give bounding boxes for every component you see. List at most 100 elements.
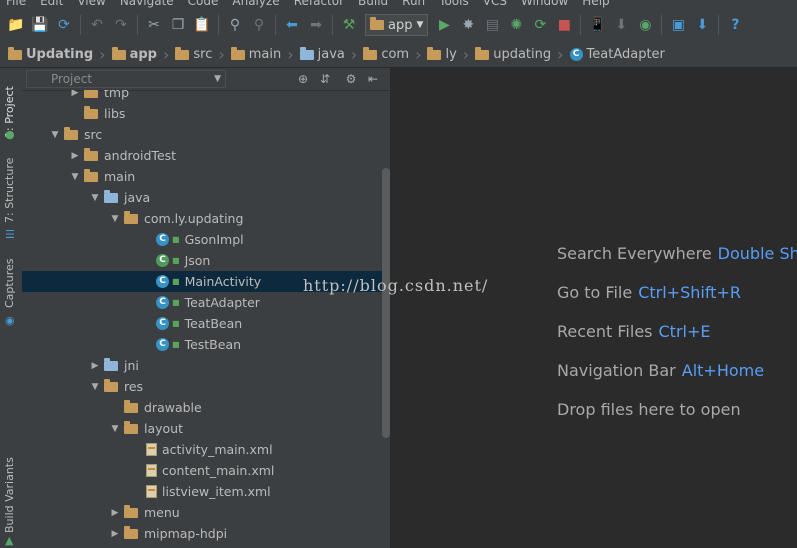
expand-down-icon[interactable]: ▼ <box>90 382 100 392</box>
copy-icon[interactable]: ❐ <box>168 15 188 35</box>
breadcrumb-item-src[interactable]: src <box>173 46 218 62</box>
menu-code[interactable]: Code <box>182 0 227 8</box>
undo-icon[interactable]: ↶ <box>87 15 107 35</box>
breadcrumb-item-teatadapter[interactable]: C TeatAdapter <box>568 47 671 62</box>
project-structure-icon[interactable]: ▣ <box>668 15 688 35</box>
tree-row-libs[interactable]: libs <box>22 103 390 124</box>
gear-icon[interactable]: ⚙ <box>342 72 360 86</box>
menu-analyze[interactable]: Analyze <box>226 0 287 8</box>
tree-row-main[interactable]: ▼ main <box>22 166 390 187</box>
folder-icon <box>124 420 138 434</box>
redo-icon[interactable]: ↷ <box>111 15 131 35</box>
attach-debugger-icon[interactable]: ✺ <box>506 15 526 35</box>
tool-window-strip: 1: Project ● 7: Structure ☰ Captures ◉ B… <box>0 68 23 548</box>
tree-row-label: androidTest <box>104 148 177 163</box>
menu-edit[interactable]: Edit <box>34 0 71 8</box>
sdk-manager-icon[interactable]: ⬇ <box>611 15 631 35</box>
run-configuration-select[interactable]: app ▼ <box>365 14 429 36</box>
breadcrumb-item-com[interactable]: com <box>361 46 415 62</box>
hint-text: Go to File <box>557 283 633 302</box>
stop-icon[interactable]: ■ <box>554 15 574 35</box>
coverage-icon[interactable]: ▤ <box>482 15 502 35</box>
expand-down-icon[interactable]: ▼ <box>70 172 80 182</box>
tree-row-tmp[interactable]: ▶ tmp <box>22 90 390 103</box>
menu-view[interactable]: View <box>71 0 113 8</box>
tree-row-drawable[interactable]: drawable <box>22 397 390 418</box>
hint-shortcut: Ctrl+E <box>658 322 711 341</box>
tree-row-java[interactable]: ▼ java <box>22 187 390 208</box>
expand-right-icon[interactable]: ▶ <box>70 90 80 98</box>
save-icon[interactable]: 💾 <box>30 15 50 35</box>
expand-down-icon[interactable]: ▼ <box>50 130 60 140</box>
breadcrumb-item-java[interactable]: java <box>298 46 351 62</box>
android-icon: ● <box>5 128 15 141</box>
menu-tools[interactable]: Tools <box>433 0 477 8</box>
menu-help[interactable]: Help <box>576 0 617 8</box>
breadcrumb-item-ly[interactable]: ly <box>425 46 462 62</box>
tree-row-com-ly-updating[interactable]: ▼ com.ly.updating <box>22 208 390 229</box>
tree-row-jni[interactable]: ▶ jni <box>22 355 390 376</box>
expand-right-icon[interactable]: ▶ <box>110 508 120 518</box>
menu-vcs[interactable]: VCS <box>477 0 515 8</box>
menu-file[interactable]: File <box>0 0 34 8</box>
expand-right-icon[interactable]: ▶ <box>90 361 100 371</box>
breadcrumb-item-updating[interactable]: Updating <box>6 46 99 62</box>
tree-row-androidtest[interactable]: ▶ androidTest <box>22 145 390 166</box>
expand-down-icon[interactable]: ▼ <box>110 214 120 224</box>
paste-icon[interactable]: 📋 <box>192 15 212 35</box>
cut-icon[interactable]: ✂ <box>144 15 164 35</box>
tab-build-variants[interactable]: Build Variants <box>3 457 16 533</box>
expand-down-icon[interactable]: ▼ <box>110 424 120 434</box>
avd-manager-icon[interactable]: 📱 <box>587 15 607 35</box>
forward-icon[interactable]: ➡ <box>306 15 326 35</box>
tree-row-listview-item-xml[interactable]: listview_item.xml <box>22 481 390 502</box>
sdk-download-icon[interactable]: ⬇ <box>692 15 712 35</box>
menu-navigate[interactable]: Navigate <box>114 0 182 8</box>
toolbar-separator <box>275 15 276 35</box>
expand-right-icon[interactable]: ▶ <box>110 529 120 539</box>
tree-row-teatbean[interactable]: C ■ TeatBean <box>22 313 390 334</box>
replace-icon[interactable]: ⚲ <box>249 15 269 35</box>
run-icon[interactable]: ▶ <box>434 15 454 35</box>
tree-row-src[interactable]: ▼ src <box>22 124 390 145</box>
tab-captures[interactable]: Captures <box>3 259 16 308</box>
expand-down-icon[interactable]: ▼ <box>90 193 100 203</box>
tab-structure[interactable]: 7: Structure <box>3 158 16 223</box>
open-folder-icon[interactable]: 📁 <box>6 15 26 35</box>
tree-row-teatadapter[interactable]: C ■ TeatAdapter <box>22 292 390 313</box>
run-configuration-label: app <box>388 17 413 33</box>
find-icon[interactable]: ⚲ <box>225 15 245 35</box>
breadcrumb-item-app[interactable]: app <box>110 46 163 62</box>
project-view-select[interactable]: Project ▼ <box>26 70 226 88</box>
breadcrumb-item-main[interactable]: main <box>229 46 287 62</box>
breadcrumb-label: Updating <box>26 47 94 62</box>
debug-icon[interactable]: ✸ <box>458 15 478 35</box>
breadcrumb-item-updating-package[interactable]: updating <box>473 46 557 62</box>
tree-row-res[interactable]: ▼ res <box>22 376 390 397</box>
menu-run[interactable]: Run <box>396 0 433 8</box>
menu-build[interactable]: Build <box>352 0 396 8</box>
tree-row-gsonimpl[interactable]: C ■ GsonImpl <box>22 229 390 250</box>
tree-row-layout[interactable]: ▼ layout <box>22 418 390 439</box>
help-icon[interactable]: ? <box>725 15 745 35</box>
scroll-from-source-icon[interactable]: ⊕ <box>294 72 312 86</box>
make-project-icon[interactable]: ⚒ <box>339 15 359 35</box>
apply-changes-icon[interactable]: ⟳ <box>530 15 550 35</box>
tree-row-json[interactable]: C ■ Json <box>22 250 390 271</box>
hide-panel-icon[interactable]: ⇤ <box>364 72 382 86</box>
tree-row-testbean[interactable]: C ■ TestBean <box>22 334 390 355</box>
menu-window[interactable]: Window <box>515 0 576 8</box>
menu-refactor[interactable]: Refactor <box>288 0 352 8</box>
project-tree-scrollbar[interactable] <box>382 168 390 438</box>
tree-row-label: content_main.xml <box>162 463 275 478</box>
android-monitor-icon[interactable]: ◉ <box>635 15 655 35</box>
tree-row-content-main-xml[interactable]: content_main.xml <box>22 460 390 481</box>
back-icon[interactable]: ⬅ <box>282 15 302 35</box>
tree-row-activity-main-xml[interactable]: activity_main.xml <box>22 439 390 460</box>
collapse-all-icon[interactable]: ⇵ <box>316 72 334 86</box>
tree-row-mipmap-hdpi[interactable]: ▶ mipmap-hdpi <box>22 523 390 544</box>
expand-right-icon[interactable]: ▶ <box>70 151 80 161</box>
lock-icon: ■ <box>172 277 180 286</box>
tree-row-menu[interactable]: ▶ menu <box>22 502 390 523</box>
sync-icon[interactable]: ⟳ <box>54 15 74 35</box>
